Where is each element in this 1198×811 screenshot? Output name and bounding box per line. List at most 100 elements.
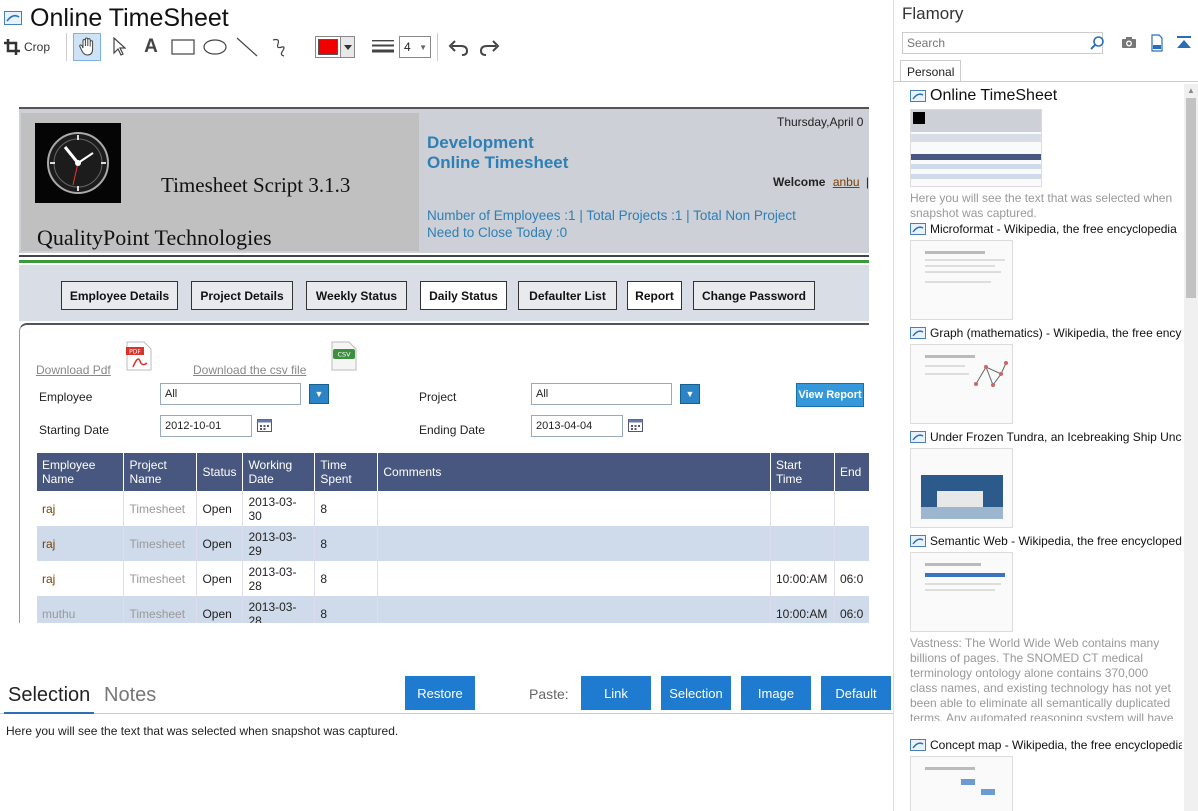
camera-icon[interactable]	[1120, 34, 1138, 52]
column-header[interactable]: Employee Name	[37, 453, 125, 491]
user-link[interactable]: anbu	[833, 175, 860, 189]
hand-tool-button[interactable]	[73, 33, 102, 61]
list-item[interactable]: Concept map - Wikipedia, the free encycl…	[910, 737, 1182, 811]
cell-start-time	[770, 526, 835, 561]
cell-employee: raj	[37, 491, 125, 526]
calendar-icon[interactable]	[257, 418, 272, 432]
column-header[interactable]: Comments	[377, 453, 771, 491]
cell-comments	[377, 596, 771, 623]
ellipse-tool-button[interactable]	[201, 33, 229, 61]
tab-notes[interactable]: Notes	[100, 684, 160, 714]
cell-project: Timesheet	[123, 491, 198, 526]
nav-project-details[interactable]: Project Details	[191, 281, 293, 310]
table-row[interactable]: raj Timesheet Open 2013-03-29 8	[37, 526, 869, 561]
table-row[interactable]: muthu Timesheet Open 2013-03-28 8 10:00:…	[37, 596, 869, 623]
nav-defaulter-list[interactable]: Defaulter List	[518, 281, 617, 310]
search-icon[interactable]	[1089, 35, 1105, 51]
captured-snapshot[interactable]: Timesheet Script 3.1.3 QualityPoint Tech…	[19, 107, 869, 623]
line-tool-button[interactable]	[233, 33, 261, 61]
collapse-top-icon[interactable]	[1175, 34, 1193, 52]
tab-selection[interactable]: Selection	[4, 684, 95, 714]
calendar-icon[interactable]	[628, 418, 643, 432]
cell-status: Open	[196, 596, 244, 623]
clock-logo-icon	[35, 123, 121, 203]
tab-underline	[894, 81, 1198, 82]
stats-line1: Number of Employees :1 | Total Projects …	[427, 208, 796, 223]
sidebar-scrollbar[interactable]: ▲	[1184, 84, 1198, 811]
rectangle-tool-button[interactable]	[169, 33, 197, 61]
line-width-select[interactable]: 4 ▼	[399, 36, 432, 58]
paste-link-button[interactable]: Link	[581, 676, 651, 710]
snapshot-title[interactable]: Online TimeSheet	[30, 4, 229, 33]
download-pdf-link[interactable]: Download Pdf	[36, 363, 111, 377]
ending-date-input[interactable]: 2013-04-04	[531, 415, 623, 437]
nav-weekly-status[interactable]: Weekly Status	[306, 281, 407, 310]
list-item[interactable]: Under Frozen Tundra, an Icebreaking Ship…	[910, 429, 1182, 528]
employee-dropdown-button[interactable]: ▼	[309, 384, 329, 404]
select-tool-button[interactable]	[105, 33, 133, 61]
line-width-value: 4	[404, 40, 411, 54]
view-report-button[interactable]: View Report	[796, 383, 864, 407]
cell-status: Open	[196, 491, 244, 526]
cell-working-date: 2013-03-30	[242, 491, 316, 526]
thumbnail-semantic-web	[910, 552, 1013, 632]
line-width-icon	[371, 33, 395, 61]
paste-default-button[interactable]: Default	[821, 676, 891, 710]
nav-change-password[interactable]: Change Password	[693, 281, 815, 310]
freehand-tool-button[interactable]	[265, 33, 293, 61]
color-picker[interactable]	[315, 36, 356, 58]
column-header[interactable]: Status	[196, 453, 244, 491]
list-item-head: Concept map - Wikipedia, the free encycl…	[910, 737, 1182, 753]
logo-box: Timesheet Script 3.1.3 QualityPoint Tech…	[21, 113, 419, 251]
redo-button[interactable]	[476, 33, 504, 61]
web-page-icon	[910, 327, 926, 339]
download-csv-link[interactable]: Download the csv file	[193, 363, 306, 377]
table-row[interactable]: raj Timesheet Open 2013-03-28 8 10:00:AM…	[37, 561, 869, 596]
scroll-up-icon[interactable]: ▲	[1187, 86, 1195, 95]
scrollbar-thumb[interactable]	[1186, 98, 1196, 298]
column-header[interactable]: Working Date	[242, 453, 316, 491]
web-page-icon	[4, 11, 22, 25]
nav-report[interactable]: Report	[627, 281, 682, 310]
document-icon[interactable]	[1148, 34, 1166, 52]
column-header[interactable]: Time Spent	[314, 453, 379, 491]
welcome-text: Welcome anbu |	[773, 175, 869, 189]
list-item[interactable]: Semantic Web - Wikipedia, the free encyc…	[910, 533, 1182, 721]
cell-project: Timesheet	[123, 526, 198, 561]
column-header[interactable]: Project Name	[123, 453, 198, 491]
list-item[interactable]: Microformat - Wikipedia, the free encycl…	[910, 221, 1182, 320]
project-select[interactable]: All	[531, 383, 672, 405]
paste-selection-button[interactable]: Selection	[661, 676, 731, 710]
list-item[interactable]: Online TimeSheet Here you will see the t…	[910, 86, 1182, 221]
welcome-label: Welcome	[773, 175, 826, 189]
thumbnail-concept-map	[910, 756, 1013, 811]
project-label: Project	[419, 390, 457, 404]
cell-comments	[377, 561, 771, 596]
undo-button[interactable]	[444, 33, 472, 61]
restore-button[interactable]: Restore	[405, 676, 475, 710]
column-header[interactable]: Start Time	[770, 453, 835, 491]
header-divider	[19, 255, 869, 263]
starting-date-input[interactable]: 2012-10-01	[160, 415, 252, 437]
list-item-title: Semantic Web - Wikipedia, the free encyc…	[930, 534, 1182, 548]
list-item-head: Online TimeSheet	[910, 86, 1182, 106]
toolbar-separator	[437, 33, 439, 61]
text-tool-button[interactable]: A	[137, 33, 165, 61]
project-dropdown-button[interactable]: ▼	[680, 384, 700, 404]
web-page-icon	[910, 90, 926, 102]
column-header[interactable]: End	[834, 453, 869, 491]
nav-employee-details[interactable]: Employee Details	[61, 281, 178, 310]
tab-personal[interactable]: Personal	[900, 60, 962, 82]
crop-button[interactable]: Crop	[4, 33, 58, 61]
paste-image-button[interactable]: Image	[741, 676, 811, 710]
nav-daily-status[interactable]: Daily Status	[420, 281, 507, 310]
list-item[interactable]: Graph (mathematics) - Wikipedia, the fre…	[910, 325, 1182, 424]
freehand-icon	[272, 38, 285, 57]
selection-text-area[interactable]: Here you will see the text that was sele…	[6, 724, 398, 738]
table-row[interactable]: raj Timesheet Open 2013-03-30 8	[37, 491, 869, 526]
search-input[interactable]	[902, 32, 1103, 54]
employee-select[interactable]: All	[160, 383, 301, 405]
table-header-row: Employee Name Project Name Status Workin…	[37, 453, 869, 491]
undo-icon	[448, 40, 469, 56]
stats-line2: Need to Close Today :0	[427, 225, 568, 240]
